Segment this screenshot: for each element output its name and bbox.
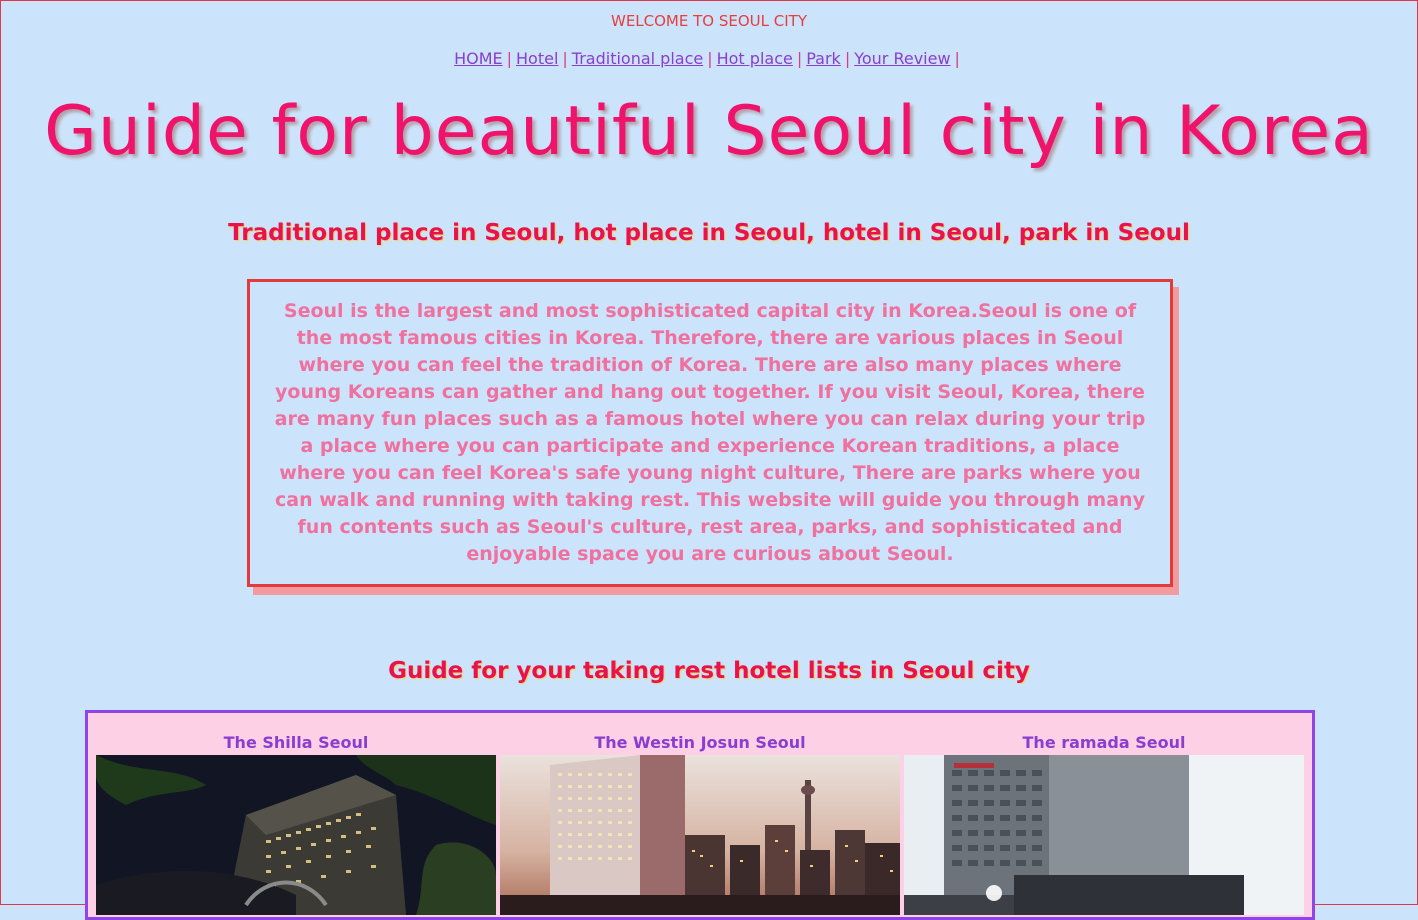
- nav-separator: |: [506, 49, 512, 68]
- welcome-text: WELCOME TO SEOUL CITY: [610, 12, 807, 30]
- hotel-list: The Shilla Seoul The Westin Josun Seoul …: [85, 710, 1315, 920]
- nav-separator: |: [796, 49, 803, 68]
- nav-separator: |: [844, 49, 851, 68]
- nav-separator: |: [562, 49, 568, 68]
- hotel-photo-westin[interactable]: [500, 755, 900, 915]
- nav-link-hot-place[interactable]: Hot place: [717, 49, 793, 68]
- top-nav: HOME | Hotel | Traditional place | Hot place | P…: [1, 48, 1417, 70]
- intro-box: Seoul is the largest and most sophistica…: [247, 279, 1173, 587]
- nav-separator: |: [954, 49, 960, 68]
- hotel-card-westin[interactable]: The Westin Josun Seoul: [500, 733, 900, 915]
- nav-separator: |: [707, 49, 713, 68]
- hotel-photo-shilla[interactable]: [96, 755, 496, 915]
- nav-link-your-review[interactable]: Your Review: [854, 49, 950, 68]
- hotel-section-heading: Guide for your taking rest hotel lists i…: [388, 658, 1030, 684]
- hotel-card-ramada[interactable]: The ramada Seoul: [904, 733, 1304, 915]
- hotel-name[interactable]: The Shilla Seoul: [96, 733, 496, 755]
- page-title: Guide for beautiful Seoul city in Korea: [44, 92, 1374, 171]
- hotel-photo-westin-graphic: [500, 755, 900, 915]
- hotel-photo-ramada-graphic: [904, 755, 1304, 915]
- nav-link-park[interactable]: Park: [806, 49, 841, 68]
- hotel-name[interactable]: The Westin Josun Seoul: [500, 733, 900, 755]
- page-subtitle: Traditional place in Seoul, hot place in…: [228, 220, 1190, 246]
- hotel-card-shilla[interactable]: The Shilla Seoul: [96, 733, 496, 915]
- intro-text: Seoul is the largest and most sophistica…: [274, 300, 1146, 565]
- nav-link-home[interactable]: HOME: [454, 49, 503, 68]
- hotel-name[interactable]: The ramada Seoul: [904, 733, 1304, 755]
- nav-link-hotel[interactable]: Hotel: [516, 49, 558, 68]
- nav-link-traditional-place[interactable]: Traditional place: [572, 49, 703, 68]
- hotel-photo-ramada[interactable]: [904, 755, 1304, 915]
- hotel-photo-shilla-graphic: [96, 755, 496, 915]
